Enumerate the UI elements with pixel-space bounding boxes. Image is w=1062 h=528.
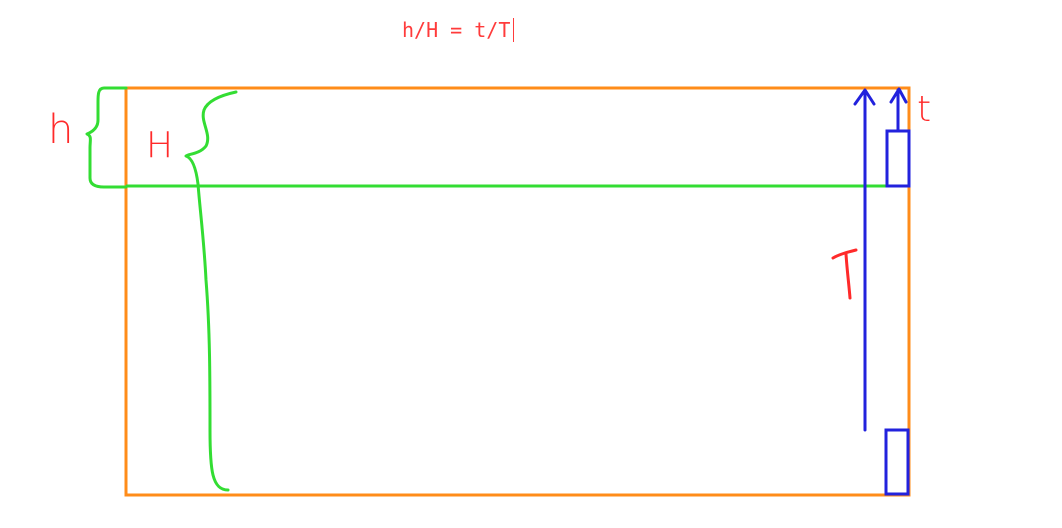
lower-marker-box: [884, 428, 910, 496]
text-cursor: [513, 18, 515, 42]
H-brace: [184, 90, 238, 492]
label-H: H: [146, 125, 174, 166]
diagram-canvas: [85, 86, 911, 497]
T-glyph: [831, 248, 858, 300]
upper-marker-box: [885, 129, 911, 188]
formula-content: h/H = t/T: [402, 18, 511, 42]
h-brace: [85, 86, 128, 189]
formula-text: h/H = t/T: [402, 18, 515, 42]
label-t: t: [917, 89, 932, 130]
label-h: h: [48, 107, 74, 153]
frame-rectangle: [124, 86, 911, 497]
